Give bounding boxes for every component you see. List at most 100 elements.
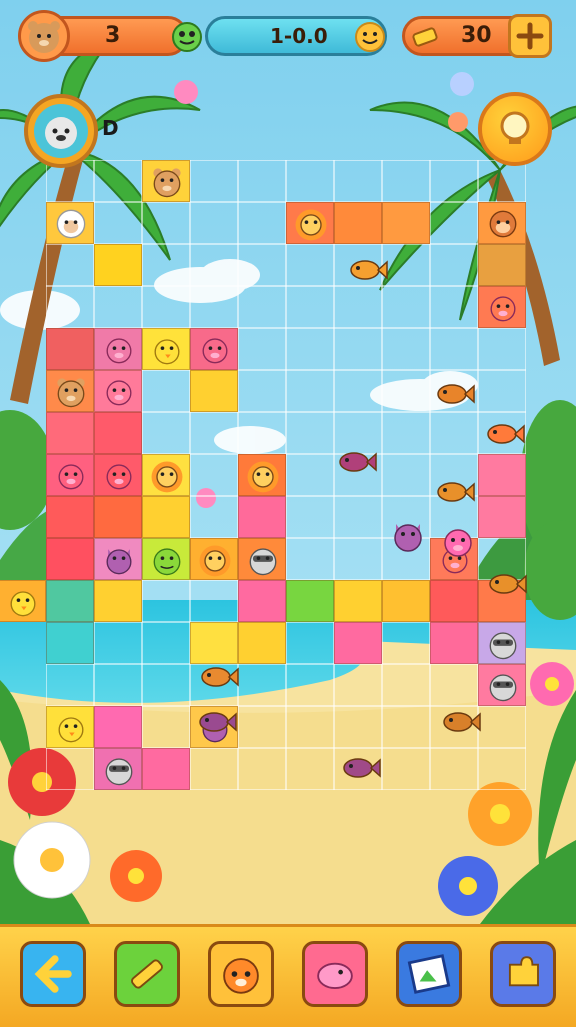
lion-icon <box>151 461 183 493</box>
puzzle-tile[interactable] <box>238 580 286 622</box>
puzzle-piece-icon <box>508 956 539 987</box>
loose-fish-piece[interactable] <box>196 655 240 699</box>
puzzle-tile[interactable] <box>478 202 526 244</box>
raccoon-icon <box>249 548 277 576</box>
back-arrow-button[interactable] <box>20 941 86 1007</box>
puzzle-tile[interactable] <box>94 748 142 790</box>
puzzle-tile[interactable] <box>478 286 526 328</box>
frog-icon <box>153 548 181 576</box>
puzzle-tile[interactable] <box>478 244 526 286</box>
pig-button[interactable] <box>302 941 368 1007</box>
loose-fish-piece[interactable] <box>334 440 378 484</box>
raccoon-icon <box>489 632 517 660</box>
chick-icon <box>154 339 180 365</box>
pencil-button[interactable] <box>114 941 180 1007</box>
puzzle-tile[interactable] <box>238 622 286 664</box>
bulb-icon <box>500 111 530 144</box>
puzzle-tile[interactable] <box>142 328 190 370</box>
puzzle-tile[interactable] <box>430 580 478 622</box>
puzzle-tile[interactable] <box>142 160 190 202</box>
puzzle-tile[interactable] <box>0 580 46 622</box>
picture-frame-icon <box>407 954 451 994</box>
loose-fish-piece[interactable] <box>432 470 476 514</box>
puzzle-tile[interactable] <box>94 244 142 286</box>
puzzle-tile[interactable] <box>94 454 142 496</box>
loose-fish-piece[interactable] <box>438 700 482 744</box>
puzzle-tile[interactable] <box>46 328 94 370</box>
loose-cat-piece[interactable] <box>386 514 430 558</box>
fox-face-icon <box>223 958 259 994</box>
puzzle-tile[interactable] <box>46 538 94 580</box>
pig-icon <box>490 296 516 322</box>
score-value: 1-0.0 <box>270 24 328 48</box>
lives-value: 3 <box>105 23 121 48</box>
puzzle-tile[interactable] <box>142 496 190 538</box>
puzzle-tile[interactable] <box>478 454 526 496</box>
loose-fish-piece[interactable] <box>484 562 528 606</box>
puzzle-piece-button[interactable] <box>490 941 556 1007</box>
cat-icon <box>106 549 132 575</box>
puzzle-tile[interactable] <box>46 580 94 622</box>
sheep-icon <box>56 209 86 239</box>
puzzle-tile[interactable] <box>238 538 286 580</box>
add-coins-button[interactable] <box>508 14 552 58</box>
puzzle-tile[interactable] <box>94 328 142 370</box>
puzzle-tile[interactable] <box>46 496 94 538</box>
puzzle-tile[interactable] <box>190 538 238 580</box>
puzzle-tile[interactable] <box>238 496 286 538</box>
puzzle-tile[interactable] <box>190 370 238 412</box>
loose-fish-piece[interactable] <box>338 746 382 790</box>
puzzle-tile[interactable] <box>478 496 526 538</box>
companion-button[interactable] <box>24 94 98 168</box>
puzzle-tile[interactable] <box>142 454 190 496</box>
player-avatar-button[interactable] <box>18 10 70 62</box>
puzzle-tile[interactable] <box>478 622 526 664</box>
puzzle-tile[interactable] <box>382 202 430 244</box>
hint-button[interactable] <box>478 92 552 166</box>
puzzle-tile[interactable] <box>46 454 94 496</box>
bear-face-icon <box>28 21 60 53</box>
loose-fish-piece[interactable] <box>482 412 526 456</box>
raccoon-icon <box>105 758 133 786</box>
pig-icon <box>106 380 132 406</box>
puzzle-tile[interactable] <box>238 454 286 496</box>
puzzle-tile[interactable] <box>94 496 142 538</box>
frog-icon <box>172 22 202 52</box>
loose-pig-piece[interactable] <box>436 520 480 564</box>
loose-fish-piece[interactable] <box>345 248 389 292</box>
puzzle-tile[interactable] <box>46 622 94 664</box>
puzzle-tile[interactable] <box>142 538 190 580</box>
otter-face-icon <box>45 117 77 149</box>
puzzle-tile[interactable] <box>190 328 238 370</box>
bottom-toolbar <box>0 924 576 1027</box>
puzzle-tile[interactable] <box>46 202 94 244</box>
puzzle-tile[interactable] <box>382 580 430 622</box>
picture-frame-button[interactable] <box>396 941 462 1007</box>
puzzle-tile[interactable] <box>286 580 334 622</box>
pig-icon <box>58 464 84 490</box>
puzzle-tile[interactable] <box>46 370 94 412</box>
loose-fish-piece[interactable] <box>432 372 476 416</box>
score-bar: 1-0.0 <box>205 16 387 56</box>
puzzle-tile[interactable] <box>94 412 142 454</box>
puzzle-tile[interactable] <box>430 622 478 664</box>
puzzle-tile[interactable] <box>94 370 142 412</box>
loose-fish-piece[interactable] <box>194 700 238 744</box>
pig-icon <box>317 962 353 989</box>
puzzle-tile[interactable] <box>94 538 142 580</box>
puzzle-tile[interactable] <box>142 748 190 790</box>
puzzle-tile[interactable] <box>478 664 526 706</box>
puzzle-tile[interactable] <box>334 202 382 244</box>
monkey-icon <box>489 210 517 238</box>
puzzle-tile[interactable] <box>334 622 382 664</box>
fox-face-button[interactable] <box>208 941 274 1007</box>
puzzle-tile[interactable] <box>46 706 94 748</box>
puzzle-tile[interactable] <box>286 202 334 244</box>
puzzle-tile[interactable] <box>46 412 94 454</box>
bear-icon <box>153 168 181 198</box>
lion-icon <box>247 461 279 493</box>
puzzle-tile[interactable] <box>334 580 382 622</box>
puzzle-tile[interactable] <box>94 580 142 622</box>
puzzle-tile[interactable] <box>94 706 142 748</box>
lion-icon <box>199 545 231 577</box>
